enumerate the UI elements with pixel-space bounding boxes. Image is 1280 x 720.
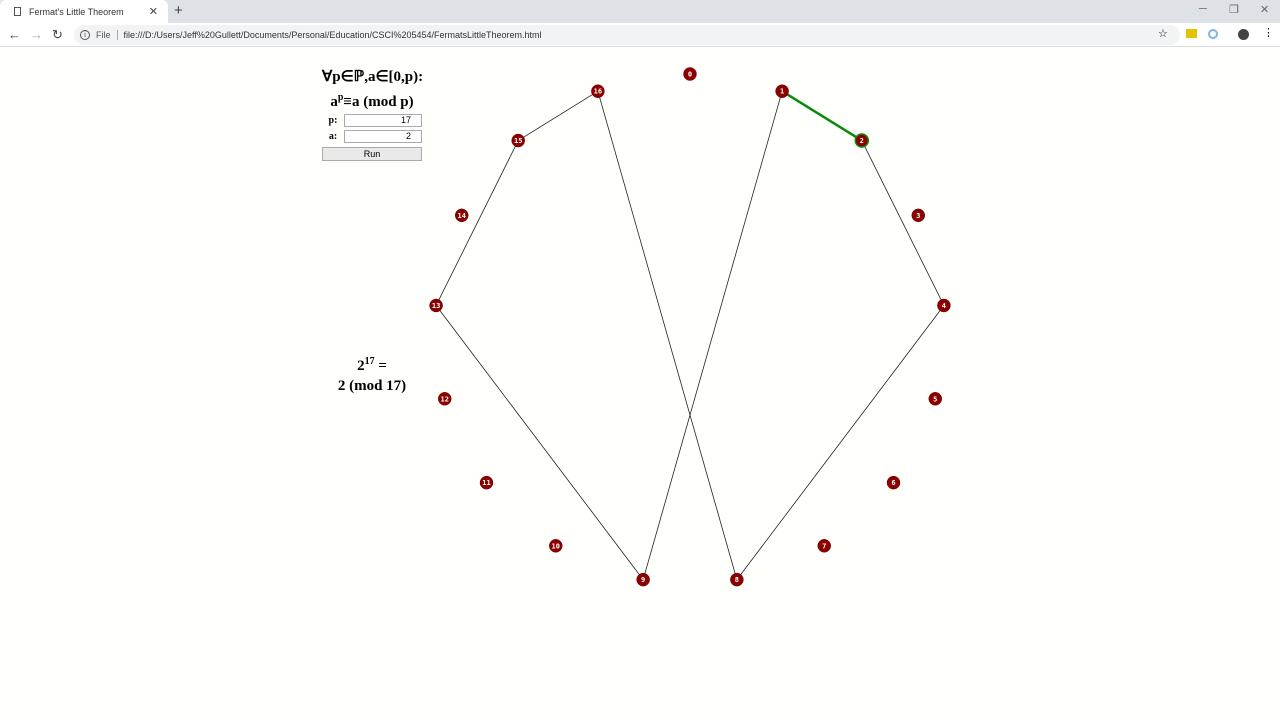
node-label: 4 <box>942 302 946 310</box>
extension-circle-icon[interactable] <box>1208 29 1218 39</box>
edge <box>597 91 738 580</box>
node-9: 9 <box>636 572 650 587</box>
info-icon[interactable]: i <box>80 30 90 40</box>
edge <box>517 90 599 141</box>
node-label: 5 <box>933 395 937 403</box>
tab-title: Fermat's Little Theorem <box>29 6 124 17</box>
node-label: 2 <box>860 137 864 145</box>
node-label: 14 <box>458 212 466 220</box>
node-13: 13 <box>429 298 443 313</box>
node-label: 7 <box>822 542 826 550</box>
node-label: 0 <box>688 71 692 79</box>
address-bar[interactable]: i File file:///D:/Users/Jeff%20Gullett/D… <box>74 25 1180 45</box>
node-7: 7 <box>817 539 831 553</box>
minimize-button[interactable]: ─ <box>1199 3 1207 15</box>
close-window-button[interactable]: ✕ <box>1260 3 1269 16</box>
node-16: 16 <box>591 84 605 98</box>
node-label: 10 <box>552 542 560 550</box>
tab-strip: Fermat's Little Theorem ✕ + ─ ❐ ✕ <box>0 0 1280 23</box>
edge <box>435 140 519 306</box>
forward-icon[interactable]: → <box>30 27 43 42</box>
extension-icon[interactable] <box>1186 29 1197 38</box>
close-tab-icon[interactable]: ✕ <box>149 5 158 18</box>
profile-icon[interactable] <box>1238 29 1249 40</box>
node-0: 0 <box>683 67 697 81</box>
modular-graph: 012345678910111213141516 <box>429 67 951 587</box>
node-10: 10 <box>549 539 563 553</box>
node-label: 13 <box>432 302 440 310</box>
node-label: 12 <box>441 395 449 403</box>
node-5: 5 <box>928 392 943 406</box>
node-11: 11 <box>479 475 494 490</box>
menu-icon[interactable]: ⋮ <box>1263 26 1274 39</box>
edge <box>736 305 945 580</box>
browser-tab[interactable]: Fermat's Little Theorem ✕ <box>0 0 168 23</box>
new-tab-button[interactable]: + <box>174 2 183 19</box>
edge <box>861 140 945 306</box>
restore-button[interactable]: ❐ <box>1229 3 1239 16</box>
node-label: 8 <box>735 576 739 584</box>
page-icon <box>14 7 21 16</box>
node-14: 14 <box>454 208 469 223</box>
node-label: 3 <box>916 212 920 220</box>
node-label: 16 <box>594 88 602 96</box>
node-1: 1 <box>775 84 789 98</box>
node-4: 4 <box>937 298 951 313</box>
bookmark-star-icon[interactable]: ☆ <box>1158 27 1168 40</box>
highlighted-edge <box>781 90 863 142</box>
back-icon[interactable]: ← <box>8 27 21 42</box>
node-label: 11 <box>482 479 490 487</box>
node-label: 9 <box>641 576 645 584</box>
browser-toolbar: ← → ↻ i File file:///D:/Users/Jeff%20Gul… <box>0 23 1280 47</box>
node-label: 1 <box>780 88 784 96</box>
node-15: 15 <box>511 133 525 148</box>
file-label: File <box>96 30 118 40</box>
node-6: 6 <box>886 475 901 490</box>
node-label: 15 <box>514 137 522 145</box>
url-text[interactable]: file:///D:/Users/Jeff%20Gullett/Document… <box>124 30 542 40</box>
edge <box>642 91 783 580</box>
node-2: 2 <box>854 133 870 148</box>
node-12: 12 <box>437 392 452 406</box>
node-3: 3 <box>911 208 926 223</box>
node-label: 6 <box>891 479 895 487</box>
edge <box>435 305 644 580</box>
reload-icon[interactable]: ↻ <box>52 27 63 43</box>
node-8: 8 <box>730 572 744 587</box>
